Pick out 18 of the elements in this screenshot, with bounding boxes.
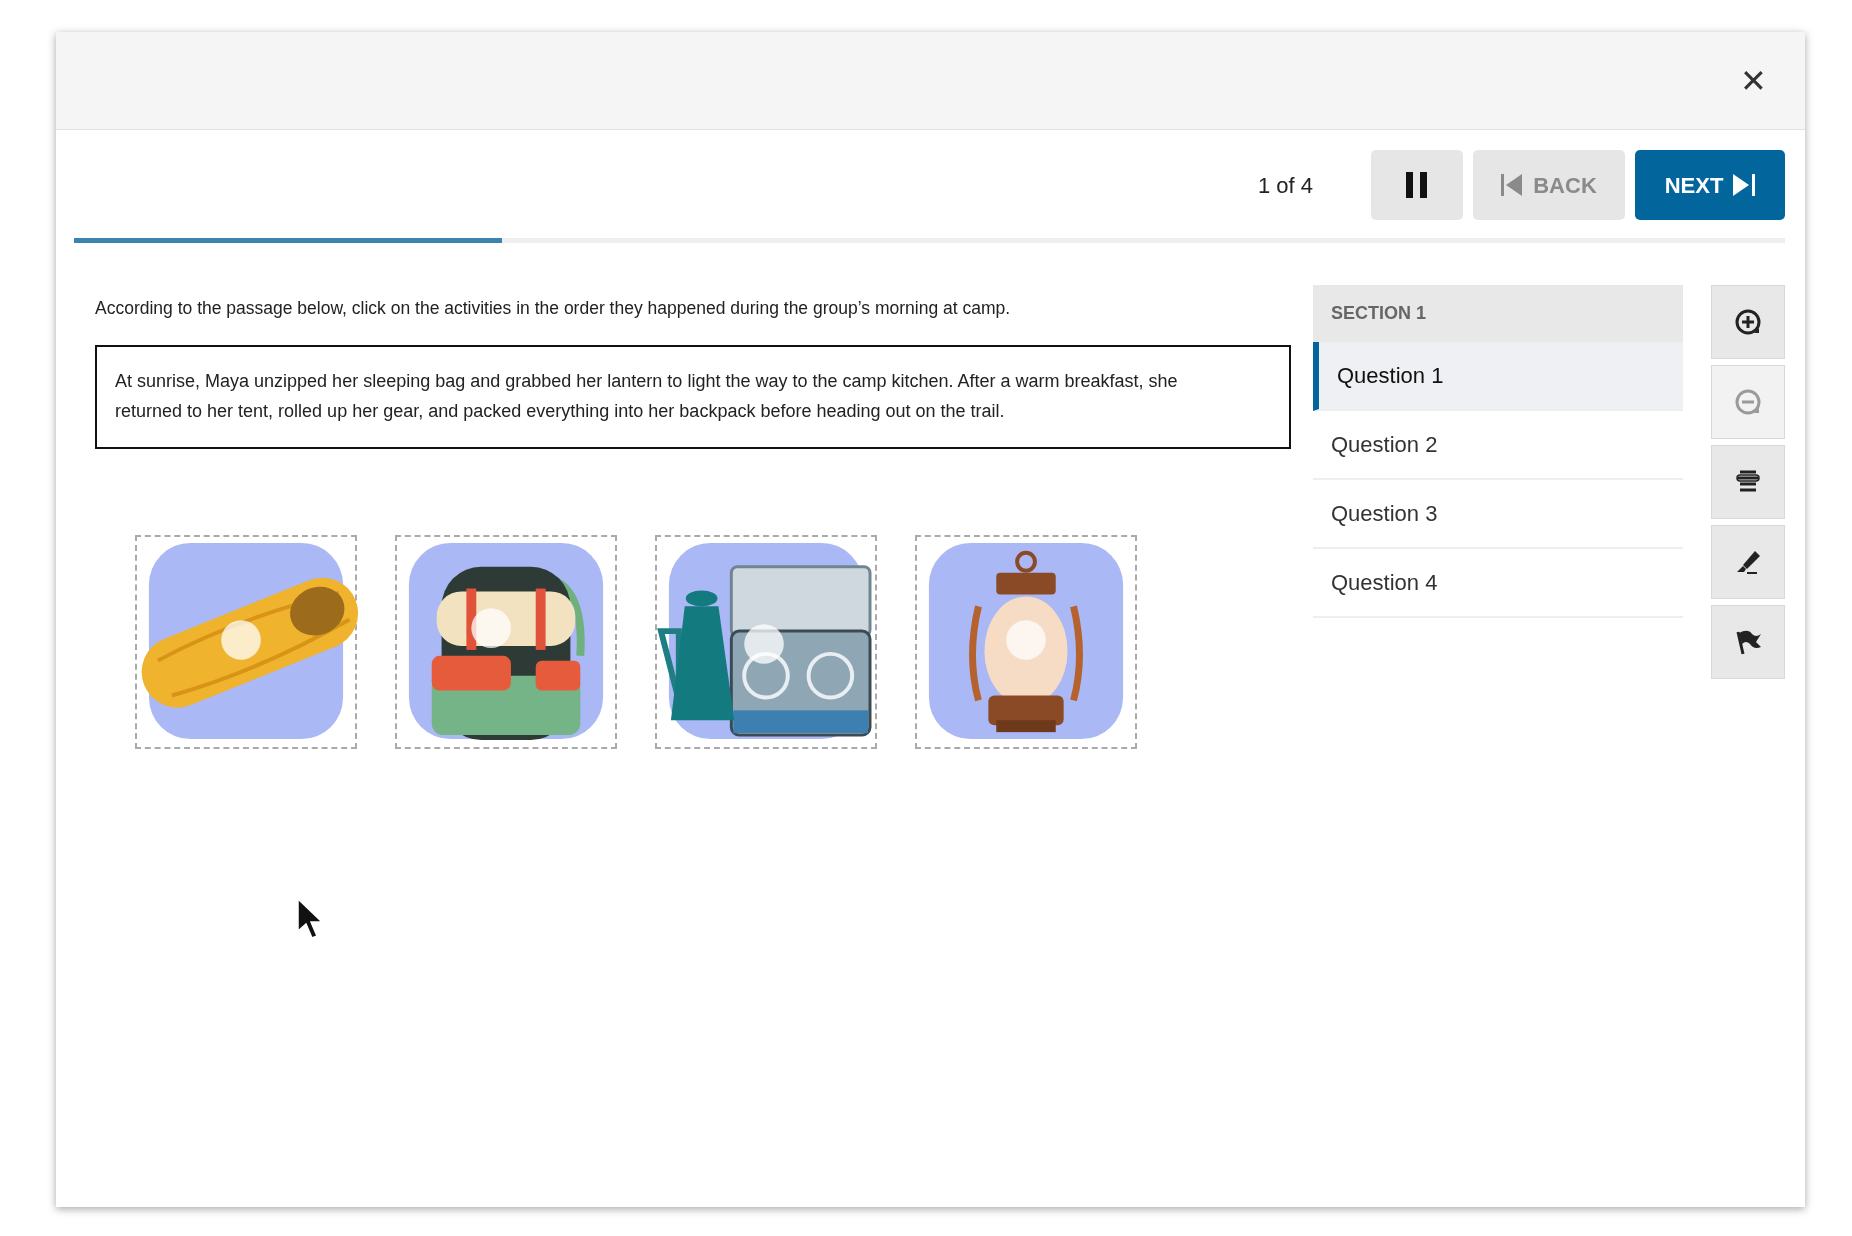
next-button[interactable]: NEXT xyxy=(1635,150,1785,220)
zoom-in-icon xyxy=(1734,308,1762,336)
zoom-out-icon xyxy=(1734,388,1762,416)
flag-button[interactable] xyxy=(1711,605,1785,679)
question-prompt: According to the passage below, click on the activities in the order they happened during the group’s morning at camp. xyxy=(95,297,1012,320)
close-button[interactable]: ✕ xyxy=(1734,63,1773,98)
highlighter-button[interactable] xyxy=(1711,525,1785,599)
skip-forward-icon xyxy=(1733,174,1756,196)
passage-text: At sunrise, Maya unzipped her sleeping bag and grabbed her lantern to light the way to the camp kitchen. After a warm breakfast, she returned to her tent, rolled up her gear, and packed everything into her backpack before heading out on the trail. xyxy=(95,345,1291,449)
skip-back-icon xyxy=(1501,174,1524,196)
pause-button[interactable] xyxy=(1371,150,1463,220)
pause-icon xyxy=(1406,172,1428,198)
line-reader-button[interactable] xyxy=(1711,445,1785,519)
flag-icon xyxy=(1734,628,1762,656)
question-item[interactable]: Question 1 xyxy=(1313,342,1683,411)
zoom-in-button[interactable] xyxy=(1711,285,1785,359)
question-counter: 1 of 4 xyxy=(1257,171,1313,200)
section-header: SECTION 1 xyxy=(1313,285,1683,342)
